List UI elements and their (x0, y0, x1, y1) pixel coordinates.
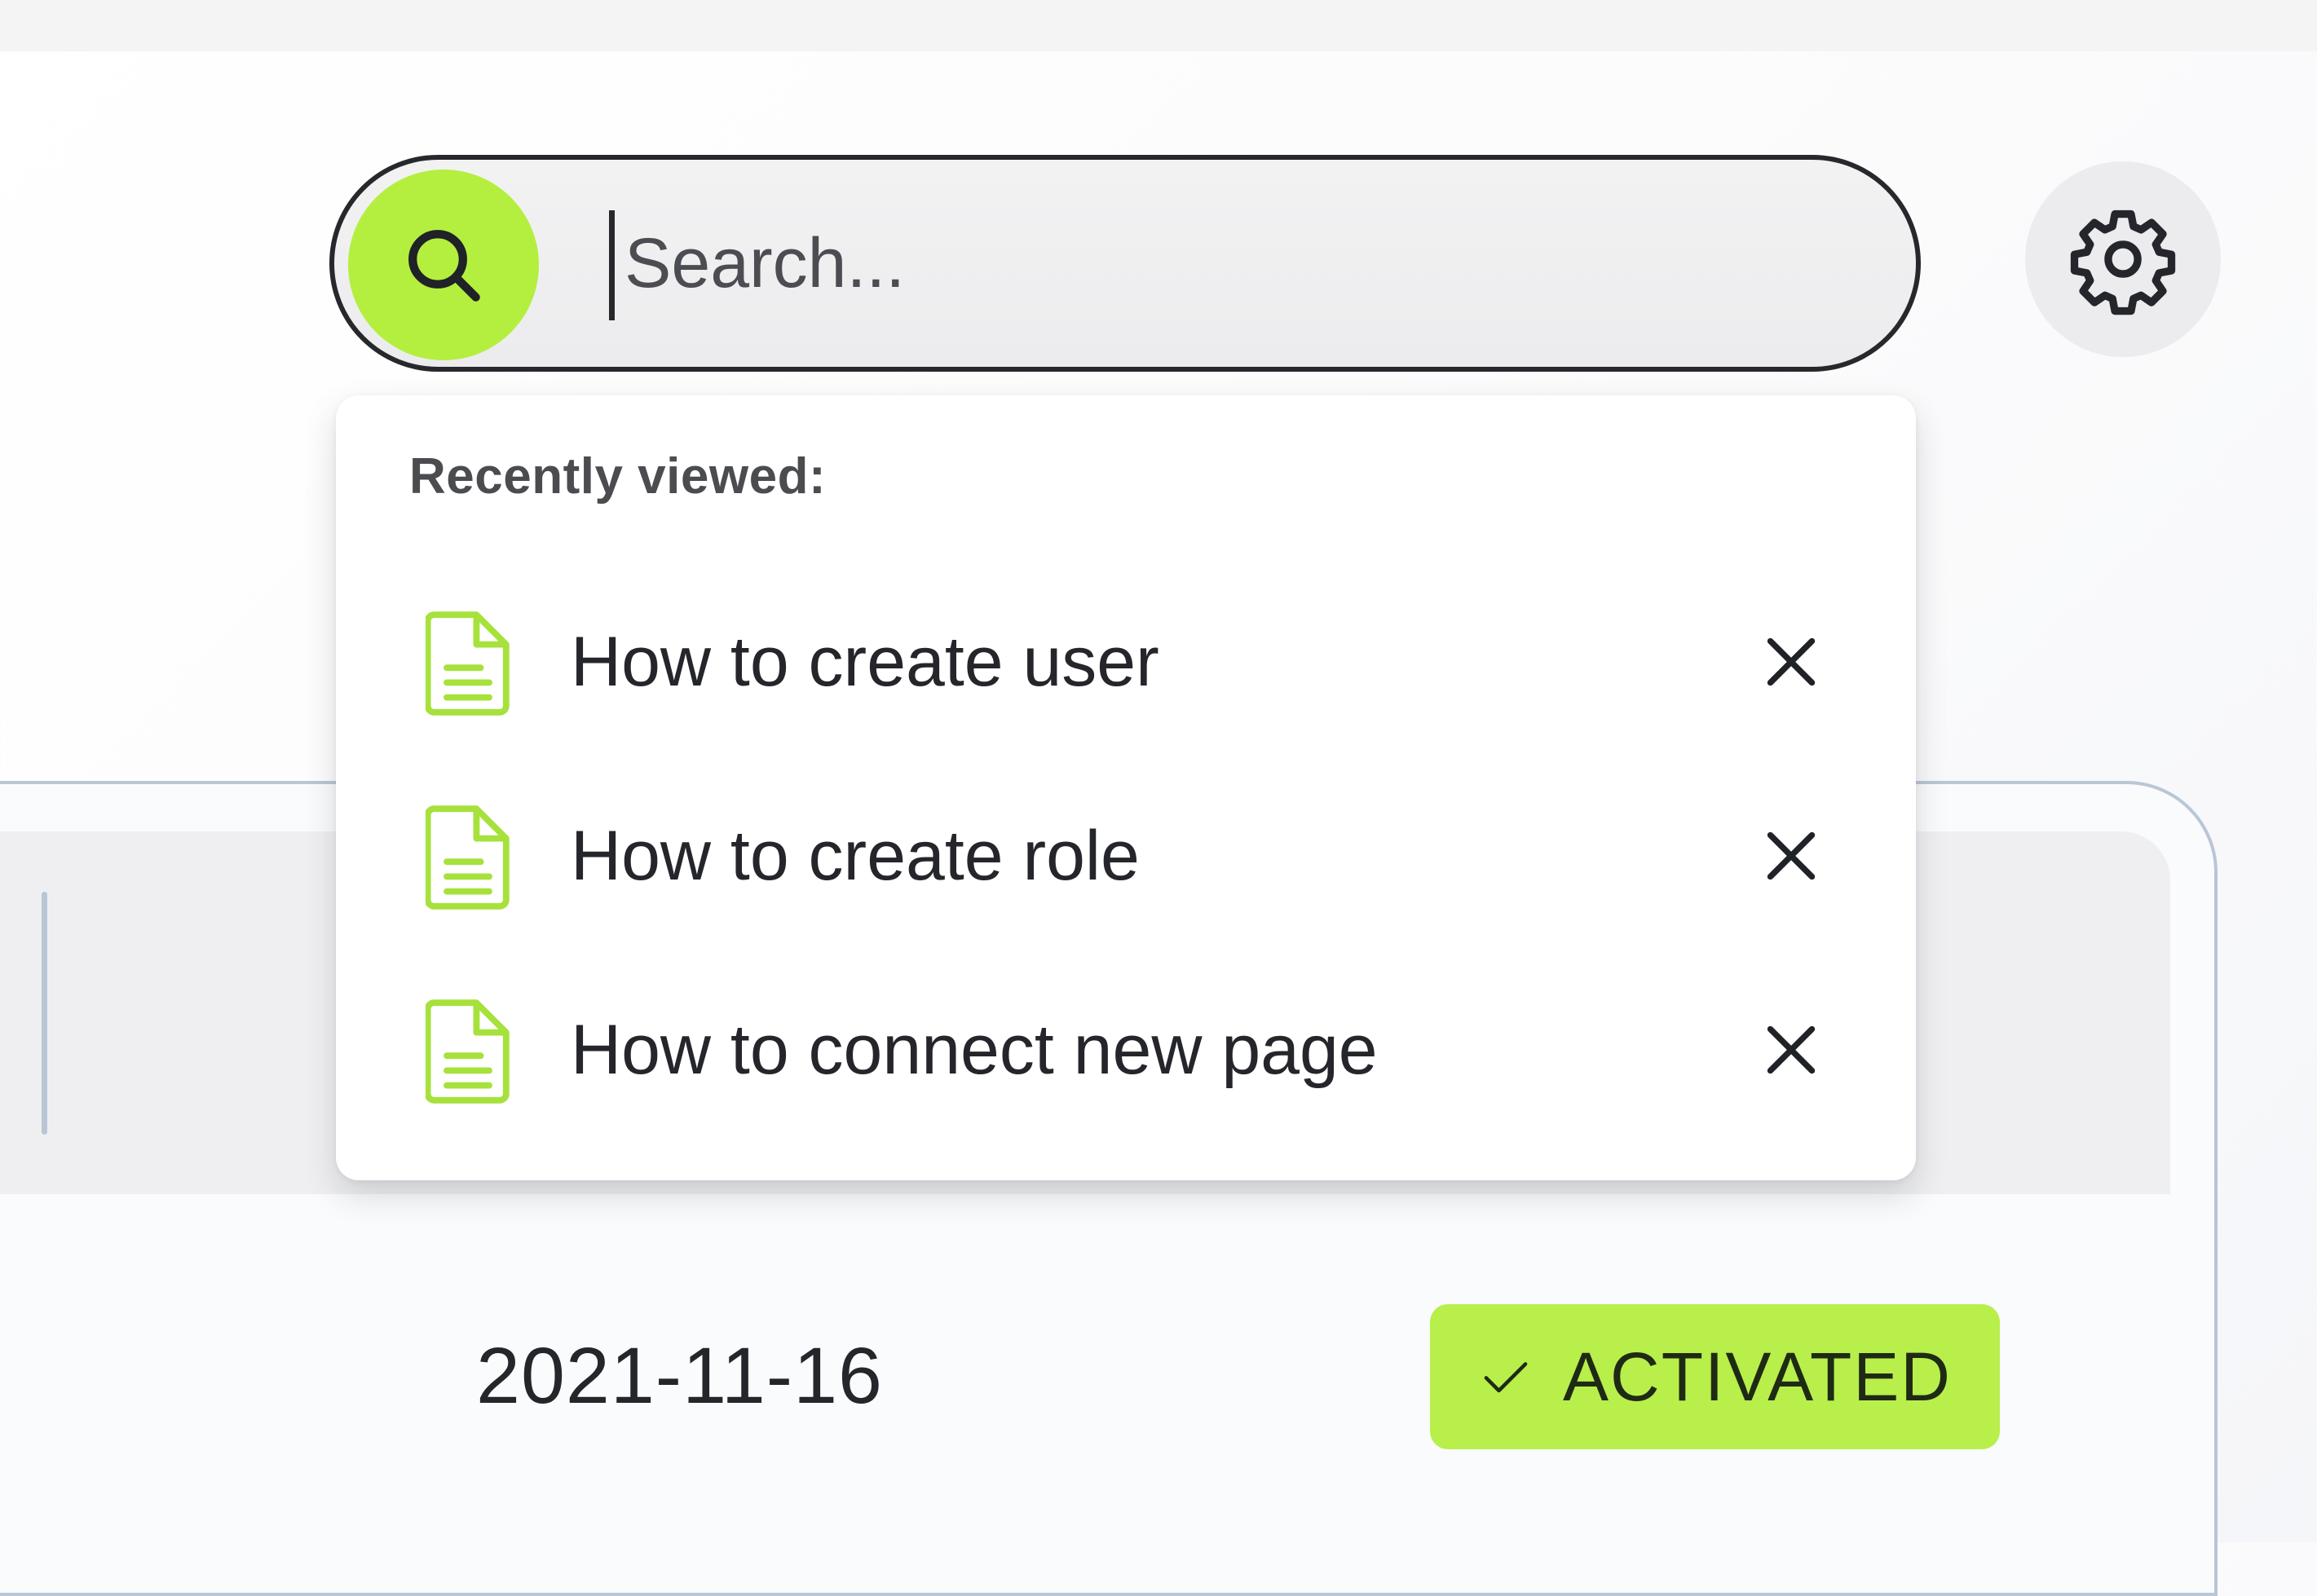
top-strip (0, 0, 2317, 51)
list-item-label: How to create user (571, 623, 1159, 701)
search-bar[interactable] (329, 155, 1921, 372)
remove-item-button[interactable] (1754, 819, 1828, 893)
remove-item-button[interactable] (1754, 625, 1828, 699)
close-icon (1767, 637, 1816, 686)
list-item[interactable]: How to create user (336, 576, 1916, 739)
close-icon (1767, 1025, 1816, 1074)
gear-icon (2070, 209, 2176, 315)
document-icon (426, 611, 510, 716)
search-button[interactable] (348, 170, 539, 360)
search-icon (408, 230, 480, 302)
date-cell: 2021-11-16 (476, 1331, 883, 1420)
list-item-label: How to create role (571, 817, 1140, 895)
dropdown-heading: Recently viewed: (409, 448, 827, 505)
settings-button[interactable] (2025, 161, 2221, 357)
document-icon (426, 999, 510, 1104)
status-label: ACTIVATED (1563, 1338, 1952, 1415)
column-divider (42, 892, 47, 1135)
list-item[interactable]: How to create role (336, 770, 1916, 933)
remove-item-button[interactable] (1754, 1013, 1828, 1087)
search-input[interactable] (607, 202, 1862, 324)
close-icon (1767, 831, 1816, 880)
status-badge: ACTIVATED (1430, 1304, 2000, 1449)
text-cursor (609, 210, 615, 320)
recently-viewed-dropdown: Recently viewed: How to create user How … (336, 395, 1916, 1180)
check-icon (1484, 1362, 1528, 1393)
document-icon (426, 805, 510, 910)
list-item-label: How to connect new page (571, 1011, 1378, 1089)
list-item[interactable]: How to connect new page (336, 964, 1916, 1127)
